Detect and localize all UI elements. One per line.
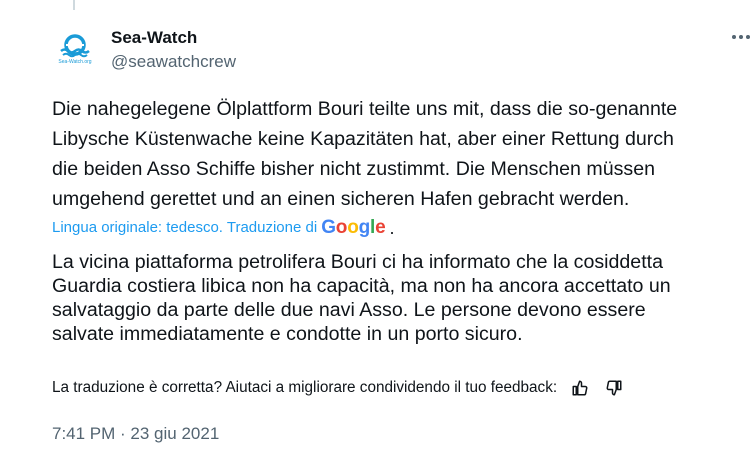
more-horizontal-icon [732, 35, 736, 39]
thread-connector-line [73, 0, 75, 10]
tweet-original-text: Die nahegelegene Ölplattform Bouri teilt… [52, 98, 678, 210]
more-options-button[interactable] [730, 26, 754, 46]
feedback-prompt: La traduzione è corretta? Aiutaci a migl… [52, 379, 558, 396]
tweet-card: Sea-Watch.org Sea-Watch @seawatchcrew Di… [0, 0, 754, 455]
author-block: Sea-Watch @seawatchcrew [111, 27, 236, 73]
author-handle[interactable]: @seawatchcrew [111, 51, 236, 73]
translation-note-label[interactable]: Lingua originale: tedesco. Traduzione di [52, 217, 317, 239]
tweet-translated-text: La vicina piattaforma petrolifera Bouri … [52, 251, 671, 345]
avatar-caption: Sea-Watch.org [58, 59, 91, 65]
translation-attribution: Lingua originale: tedesco. Traduzione di… [52, 217, 394, 239]
translation-feedback: La traduzione è corretta? Aiutaci a migl… [52, 377, 625, 399]
note-period: . [389, 218, 395, 238]
thumbs-up-icon[interactable] [569, 377, 591, 399]
more-horizontal-icon-dot [739, 35, 743, 39]
tweet-timestamp[interactable]: 7:41 PM · 23 giu 2021 [52, 423, 219, 445]
google-logo-icon: Google [321, 217, 386, 238]
avatar[interactable]: Sea-Watch.org [52, 25, 98, 71]
thumbs-down-icon[interactable] [603, 377, 625, 399]
sea-watch-logo-icon: Sea-Watch.org [52, 25, 98, 71]
more-horizontal-icon-dot [746, 35, 750, 39]
author-display-name[interactable]: Sea-Watch [111, 27, 236, 49]
